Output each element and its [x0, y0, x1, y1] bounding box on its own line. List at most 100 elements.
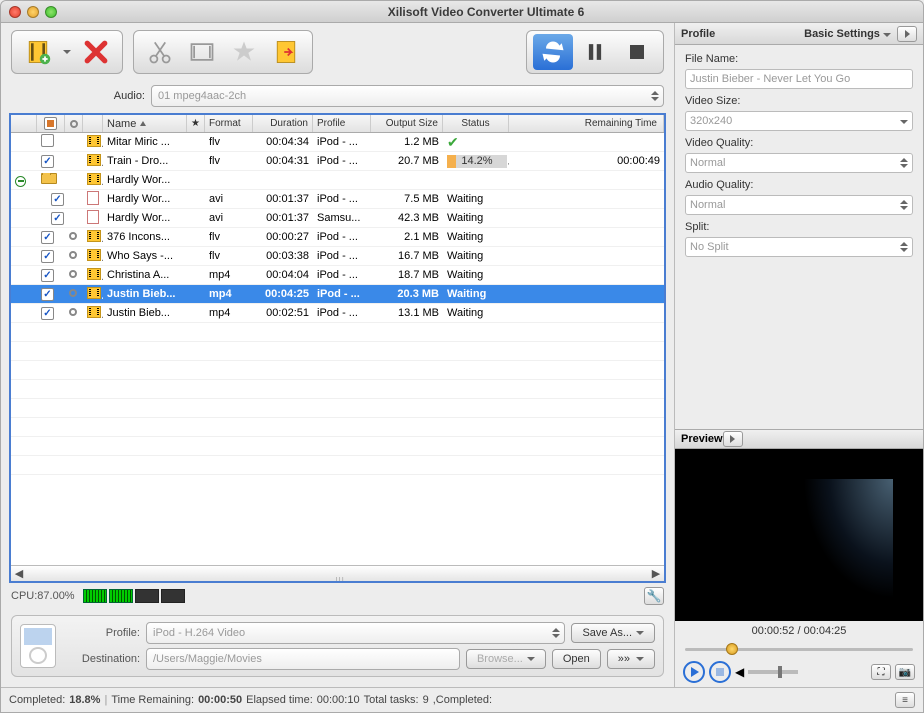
table-row[interactable]: Hardly Wor...avi00:01:37Samsu...42.3 MBW…	[11, 209, 664, 228]
panel-next-button[interactable]	[897, 26, 917, 42]
col-name[interactable]: Name	[103, 115, 187, 132]
col-profile[interactable]: Profile	[313, 115, 371, 132]
app-window: Xilisoft Video Converter Ultimate 6	[0, 0, 924, 713]
table-row[interactable]: Hardly Wor...	[11, 171, 664, 190]
film-icon	[87, 154, 101, 166]
scroll-right-icon[interactable]: ▶	[648, 567, 664, 580]
row-checkbox[interactable]	[41, 231, 54, 244]
pause-button[interactable]	[575, 34, 615, 70]
table-row-empty	[11, 399, 664, 418]
table-row[interactable]: Justin Bieb...mp400:04:25iPod - ...20.3 …	[11, 285, 664, 304]
settings-button[interactable]: 🔧	[644, 587, 664, 605]
table-row-empty	[11, 437, 664, 456]
collapse-icon[interactable]	[15, 176, 26, 187]
row-checkbox[interactable]	[41, 288, 54, 301]
preview-stop-button[interactable]	[709, 661, 731, 683]
open-button[interactable]: Open	[552, 649, 601, 669]
minimize-icon[interactable]	[27, 6, 39, 18]
log-button[interactable]: ≡	[895, 692, 915, 708]
skip-button[interactable]: »»	[607, 649, 655, 669]
table-row-empty	[11, 361, 664, 380]
audio-quality-select[interactable]: Normal	[685, 195, 913, 215]
delete-button[interactable]	[76, 34, 116, 70]
preview-video[interactable]	[675, 449, 923, 621]
progress-bar: 14.2%	[447, 155, 507, 168]
window-title: Xilisoft Video Converter Ultimate 6	[57, 5, 915, 19]
film-icon	[87, 249, 101, 261]
filename-input[interactable]: Justin Bieber - Never Let You Go	[685, 69, 913, 89]
target-icon	[69, 289, 77, 297]
row-checkbox[interactable]	[51, 193, 64, 206]
mute-icon[interactable]: ◀	[735, 665, 744, 679]
target-icon	[69, 308, 77, 316]
table-row[interactable]: Hardly Wor...avi00:01:37iPod - ...7.5 MB…	[11, 190, 664, 209]
seek-thumb-icon[interactable]	[726, 643, 738, 655]
table-row[interactable]: 376 Incons...flv00:00:27iPod - ...2.1 MB…	[11, 228, 664, 247]
table-row[interactable]: Who Says -...flv00:03:38iPod - ...16.7 M…	[11, 247, 664, 266]
audio-track-select[interactable]: 01 mpeg4aac-2ch	[151, 85, 664, 107]
browse-button[interactable]: Browse...	[466, 649, 546, 669]
row-checkbox[interactable]	[41, 250, 54, 263]
col-output[interactable]: Output Size	[371, 115, 443, 132]
video-quality-select[interactable]: Normal	[685, 153, 913, 173]
row-checkbox[interactable]	[41, 307, 54, 320]
basic-settings-dropdown[interactable]: Basic Settings	[804, 28, 891, 40]
split-select[interactable]: No Split	[685, 237, 913, 257]
fullscreen-button[interactable]: ⛶	[871, 664, 891, 680]
table-row-empty	[11, 342, 664, 361]
target-icon	[69, 251, 77, 259]
profile-box: Profile: iPod - H.264 Video Save As... D…	[11, 615, 664, 677]
col-format[interactable]: Format	[205, 115, 253, 132]
table-row[interactable]: Train - Dro...flv00:04:31iPod - ...20.7 …	[11, 152, 664, 171]
profile-panel-header: Profile Basic Settings	[675, 23, 923, 45]
titlebar: Xilisoft Video Converter Ultimate 6	[1, 1, 923, 23]
profile-select[interactable]: iPod - H.264 Video	[146, 622, 565, 644]
table-row-empty	[11, 323, 664, 342]
col-status[interactable]: Status	[443, 115, 509, 132]
table-row-empty	[11, 380, 664, 399]
folder-icon	[41, 173, 57, 184]
col-target[interactable]	[65, 115, 83, 132]
toolbar	[1, 23, 674, 81]
add-file-button[interactable]	[18, 34, 58, 70]
file-table: Name ★ Format Duration Profile Output Si…	[9, 113, 666, 583]
stop-button[interactable]	[617, 34, 657, 70]
table-row[interactable]: Christina A...mp400:04:04iPod - ...18.7 …	[11, 266, 664, 285]
preview-header: Preview	[675, 429, 923, 449]
col-star[interactable]: ★	[187, 115, 205, 132]
close-icon[interactable]	[9, 6, 21, 18]
cpu-meter	[83, 589, 185, 603]
row-checkbox[interactable]	[41, 134, 54, 147]
convert-button[interactable]	[533, 34, 573, 70]
film-icon	[87, 287, 101, 299]
preview-expand-button[interactable]	[723, 431, 743, 447]
export-button[interactable]	[266, 34, 306, 70]
film-icon	[87, 268, 101, 280]
scroll-left-icon[interactable]: ◀	[11, 567, 27, 580]
doc-icon	[87, 191, 99, 205]
col-remaining[interactable]: Remaining Time	[509, 115, 664, 132]
seek-slider[interactable]	[685, 643, 913, 655]
add-dropdown[interactable]	[60, 34, 74, 70]
col-check[interactable]	[37, 115, 65, 132]
row-checkbox[interactable]	[41, 155, 54, 168]
horizontal-scrollbar[interactable]: ◀ III ▶	[11, 565, 664, 581]
video-size-select[interactable]: 320x240	[685, 111, 913, 131]
clip-button[interactable]	[182, 34, 222, 70]
snapshot-button[interactable]: 📷	[895, 664, 915, 680]
check-icon: ✔	[447, 134, 459, 150]
save-as-button[interactable]: Save As...	[571, 623, 655, 643]
cut-button[interactable]	[140, 34, 180, 70]
table-row[interactable]: Justin Bieb...mp400:02:51iPod - ...13.1 …	[11, 304, 664, 323]
volume-slider[interactable]	[748, 670, 798, 674]
row-checkbox[interactable]	[51, 212, 64, 225]
zoom-icon[interactable]	[45, 6, 57, 18]
status-bar: Completed: 18.8% | Time Remaining: 00:00…	[1, 687, 923, 712]
play-button[interactable]	[683, 661, 705, 683]
table-row[interactable]: Mitar Miric ...flv00:04:34iPod - ...1.2 …	[11, 133, 664, 152]
destination-input[interactable]: /Users/Maggie/Movies	[146, 648, 460, 670]
effects-button[interactable]	[224, 34, 264, 70]
col-duration[interactable]: Duration	[253, 115, 313, 132]
target-icon	[70, 120, 78, 128]
row-checkbox[interactable]	[41, 269, 54, 282]
